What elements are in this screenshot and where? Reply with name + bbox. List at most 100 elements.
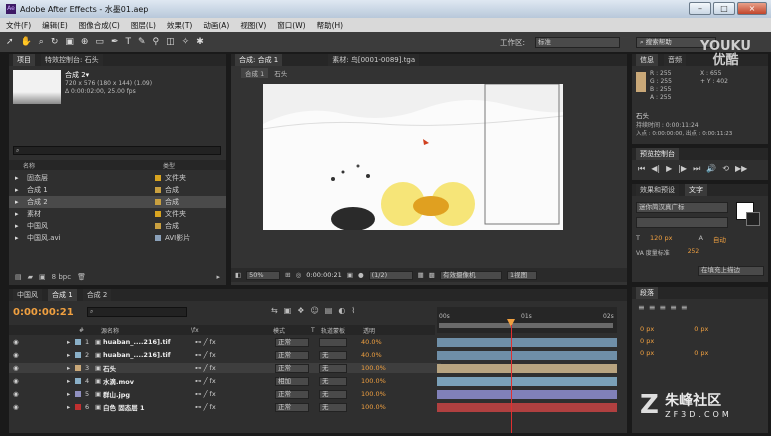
menu-layer[interactable]: 图层(L) bbox=[131, 20, 156, 31]
timeline-layer-row[interactable]: ◉ ▸ 2 ▣ huaban_....216].tif ⊷ ╱ fx 正常无 40.0% bbox=[9, 350, 441, 360]
font-size-value[interactable]: 120 px bbox=[650, 234, 672, 244]
expand-icon[interactable]: ▸ bbox=[67, 390, 75, 398]
track-matte-select[interactable]: 无 bbox=[319, 376, 347, 386]
layer-duration-bar[interactable] bbox=[437, 338, 617, 347]
track-matte-select[interactable]: 无 bbox=[319, 350, 347, 360]
live-update-icon[interactable]: ▣ bbox=[284, 306, 292, 315]
menu-effect[interactable]: 效果(T) bbox=[167, 20, 192, 31]
expand-icon[interactable]: ▸ bbox=[67, 338, 75, 346]
next-frame-icon[interactable]: |▶ bbox=[678, 164, 687, 174]
menu-composition[interactable]: 图像合成(C) bbox=[79, 20, 120, 31]
interpret-footage-icon[interactable]: ▤ bbox=[15, 273, 22, 281]
expand-icon[interactable]: ▸ bbox=[67, 377, 75, 385]
tab-project[interactable]: 项目 bbox=[13, 54, 35, 66]
blend-mode-select[interactable]: 正常 bbox=[275, 337, 309, 347]
menu-window[interactable]: 窗口(W) bbox=[277, 20, 305, 31]
first-frame-icon[interactable]: ⏮ bbox=[638, 164, 645, 174]
align-center-icon[interactable]: ≡ bbox=[649, 303, 656, 312]
timecode-display[interactable]: 0:00:00:21 bbox=[306, 271, 342, 279]
project-item[interactable]: ▸ 合成 1 合成 bbox=[9, 184, 226, 196]
views-select[interactable]: 1视图 bbox=[506, 270, 537, 280]
align-right-icon[interactable]: ≡ bbox=[659, 303, 666, 312]
tab-effects-presets[interactable]: 效果和预设 bbox=[636, 184, 679, 196]
tab-timeline-comp2[interactable]: 合成 2 bbox=[82, 289, 112, 301]
layer-duration-bar[interactable] bbox=[437, 403, 617, 412]
blend-mode-select[interactable]: 正常 bbox=[275, 363, 309, 373]
camera-tool-icon[interactable]: ▣ bbox=[65, 37, 74, 47]
eye-icon[interactable]: ◉ bbox=[13, 364, 23, 372]
col-type-header[interactable]: 类型 bbox=[163, 161, 175, 170]
project-search[interactable]: ⌕ bbox=[13, 146, 221, 155]
layer-name[interactable]: 白色 固态层 1 bbox=[103, 402, 195, 412]
close-button[interactable]: × bbox=[737, 2, 767, 15]
space-before-value[interactable]: 0 px bbox=[640, 349, 654, 357]
indent-left-value[interactable]: 0 px bbox=[640, 325, 654, 333]
expand-icon[interactable]: ▸ bbox=[67, 403, 75, 411]
track-matte-select[interactable]: 无 bbox=[319, 402, 347, 412]
puppet-tool-icon[interactable]: ✱ bbox=[196, 37, 204, 47]
tab-composition[interactable]: 合成: 合成 1 bbox=[235, 54, 283, 66]
stroke-color-swatch[interactable] bbox=[746, 212, 760, 226]
tab-timeline-comp1[interactable]: 合成 1 bbox=[48, 289, 77, 301]
bpc-label[interactable]: 8 bpc bbox=[52, 273, 71, 281]
layer-label-swatch[interactable] bbox=[75, 378, 81, 384]
switch-icons[interactable]: ⊷ ╱ fx bbox=[195, 364, 275, 372]
new-folder-icon[interactable]: ▰ bbox=[28, 273, 33, 281]
tab-text[interactable]: 文字 bbox=[685, 184, 707, 196]
clone-tool-icon[interactable]: ⚲ bbox=[153, 37, 160, 47]
project-item[interactable]: ▸ 合成 2 合成 bbox=[9, 196, 226, 208]
leading-value[interactable]: 自动 bbox=[713, 234, 726, 244]
maximize-button[interactable]: □ bbox=[713, 2, 735, 15]
ram-preview-icon[interactable]: ▶▶ bbox=[735, 164, 747, 174]
brush-tool-icon[interactable]: ✎ bbox=[138, 37, 146, 47]
layer-duration-bar[interactable] bbox=[437, 377, 617, 386]
layer-duration-bar[interactable] bbox=[437, 351, 617, 360]
eye-icon[interactable]: ◉ bbox=[13, 351, 23, 359]
text-tool-icon[interactable]: T bbox=[125, 37, 131, 47]
workspace-select[interactable]: 标准 bbox=[535, 36, 620, 48]
rotate-tool-icon[interactable]: ↻ bbox=[51, 37, 59, 47]
layer-name[interactable]: 石头 bbox=[103, 363, 195, 373]
camera-icon[interactable]: ▣ bbox=[347, 271, 353, 279]
work-area-bar[interactable] bbox=[439, 323, 613, 328]
pen-tool-icon[interactable]: ✒ bbox=[111, 37, 119, 47]
tab-paragraph[interactable]: 段落 bbox=[636, 287, 658, 299]
layer-opacity-value[interactable]: 40.0% bbox=[361, 351, 382, 359]
layer-name[interactable]: 群山.jpg bbox=[103, 389, 195, 399]
resolution-select[interactable]: (1/2) bbox=[368, 270, 413, 280]
layer-name[interactable]: huaban_....216].tif bbox=[103, 351, 195, 359]
timeline-layer-row[interactable]: ◉ ▸ 5 ▣ 群山.jpg ⊷ ╱ fx 正常无 100.0% bbox=[9, 389, 441, 399]
justify-all-icon[interactable]: ≡ bbox=[681, 303, 688, 312]
timeline-search[interactable]: ⌕ bbox=[87, 307, 187, 317]
zoom-tool-icon[interactable]: ⌕ bbox=[39, 37, 44, 47]
eye-icon[interactable]: ◉ bbox=[13, 403, 23, 411]
transparency-grid-icon[interactable]: ▩ bbox=[429, 271, 435, 279]
switch-icons[interactable]: ⊷ ╱ fx bbox=[195, 403, 275, 411]
mask-tool-icon[interactable]: ▭ bbox=[95, 37, 104, 47]
eye-icon[interactable]: ◉ bbox=[13, 338, 23, 346]
kerning-value[interactable]: VA 度量标准 bbox=[636, 248, 670, 257]
col-source-header[interactable]: 源名称 bbox=[91, 326, 191, 335]
col-name-header[interactable]: 名称 bbox=[23, 161, 163, 170]
channel-icon[interactable]: ● bbox=[358, 271, 364, 279]
menu-edit[interactable]: 编辑(E) bbox=[42, 20, 68, 31]
selection-tool-icon[interactable]: ➚ bbox=[6, 37, 14, 47]
last-frame-icon[interactable]: ⏭ bbox=[693, 164, 700, 174]
eraser-tool-icon[interactable]: ◫ bbox=[166, 37, 175, 47]
switch-icons[interactable]: ⊷ ╱ fx bbox=[195, 338, 275, 346]
col-mode-header[interactable]: 模式 bbox=[273, 326, 311, 335]
roi-icon[interactable]: ▦ bbox=[418, 271, 424, 279]
pan-behind-tool-icon[interactable]: ⊕ bbox=[81, 37, 89, 47]
layer-label-swatch[interactable] bbox=[75, 352, 81, 358]
timeline-layer-row[interactable]: ◉ ▸ 3 ▣ 石头 ⊷ ╱ fx 正常无 100.0% bbox=[9, 363, 441, 373]
zoom-select[interactable]: 50% bbox=[246, 270, 281, 280]
switch-icons[interactable]: ⊷ ╱ fx bbox=[195, 377, 275, 385]
project-item[interactable]: ▸ 固态层 文件夹 bbox=[9, 172, 226, 184]
camera-select[interactable]: 有效摄像机 bbox=[439, 270, 502, 280]
expand-icon[interactable]: ▸ bbox=[67, 364, 75, 372]
layer-name[interactable]: 水滴.mov bbox=[103, 376, 195, 386]
expand-icon[interactable]: ▸ bbox=[67, 351, 75, 359]
tab-audio[interactable]: 音频 bbox=[664, 54, 686, 66]
tab-info[interactable]: 信息 bbox=[636, 54, 658, 66]
font-style-select[interactable] bbox=[636, 217, 728, 228]
